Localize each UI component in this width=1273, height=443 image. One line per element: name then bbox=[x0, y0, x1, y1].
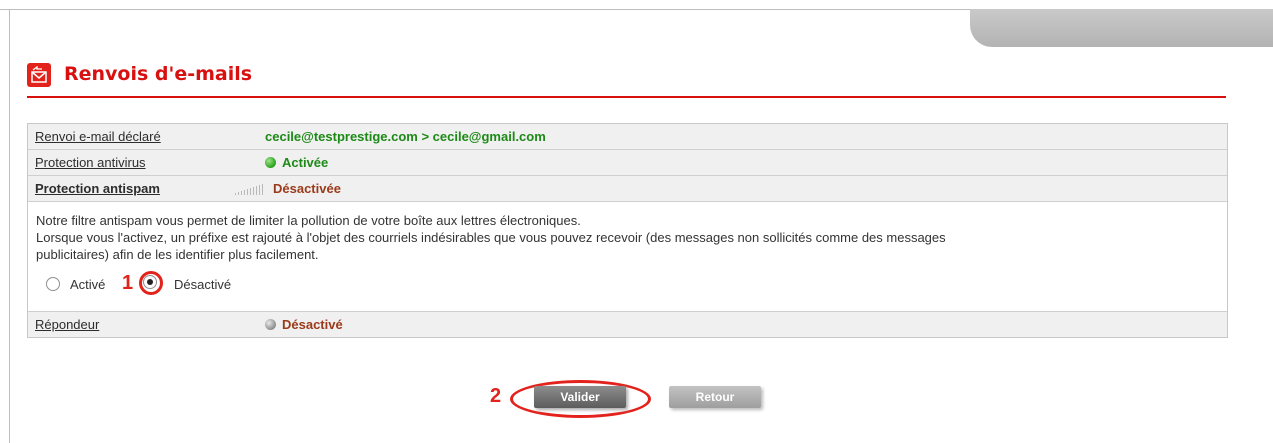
row-antispam: Protection antispam Désactivée bbox=[28, 176, 1227, 202]
description-line: Notre filtre antispam vous permet de lim… bbox=[36, 213, 581, 228]
annotation-step-1: 1 bbox=[122, 272, 134, 294]
page-header: Renvois d'e-mails bbox=[27, 62, 1226, 98]
antivirus-label-link[interactable]: Protection antivirus bbox=[28, 155, 265, 170]
radio-active-label[interactable]: Activé bbox=[70, 277, 105, 292]
antispam-panel: Notre filtre antispam vous permet de lim… bbox=[28, 202, 1227, 312]
signal-bars-icon bbox=[235, 183, 265, 195]
renvoi-value: cecile@testprestige.com > cecile@gmail.c… bbox=[265, 129, 546, 144]
antispam-radio-group: Activé 1 Désactivé bbox=[36, 263, 1219, 303]
row-repondeur: Répondeur Désactivé bbox=[28, 312, 1227, 337]
settings-table: Renvoi e-mail déclaré cecile@testprestig… bbox=[27, 123, 1228, 338]
retour-button[interactable]: Retour bbox=[669, 386, 761, 408]
antispam-value: Désactivée bbox=[273, 181, 341, 196]
repondeur-label-link[interactable]: Répondeur bbox=[28, 317, 265, 332]
grey-status-icon bbox=[265, 319, 276, 330]
valider-button[interactable]: Valider bbox=[534, 386, 626, 408]
antispam-status: Désactivée bbox=[235, 181, 1227, 196]
radio-inactive[interactable] bbox=[143, 275, 157, 289]
description-line: publicitaires) afin de les identifier pl… bbox=[36, 247, 319, 262]
row-renvoi: Renvoi e-mail déclaré cecile@testprestig… bbox=[28, 124, 1227, 150]
top-right-tab bbox=[970, 9, 1273, 47]
renvoi-label-link[interactable]: Renvoi e-mail déclaré bbox=[28, 129, 265, 144]
description-line: Lorsque vous l'activez, un préfixe est r… bbox=[36, 230, 946, 245]
antispam-label-link[interactable]: Protection antispam bbox=[28, 181, 265, 196]
antispam-description: Notre filtre antispam vous permet de lim… bbox=[36, 212, 1219, 263]
email-forward-icon bbox=[27, 63, 51, 87]
radio-active[interactable] bbox=[46, 277, 60, 291]
antivirus-value: Activée bbox=[282, 155, 329, 170]
antivirus-status: Activée bbox=[265, 155, 1227, 170]
green-status-icon bbox=[265, 157, 276, 168]
row-antivirus: Protection antivirus Activée bbox=[28, 150, 1227, 176]
annotation-step-2: 2 bbox=[490, 385, 502, 407]
frame-left-border bbox=[9, 9, 10, 443]
page-title: Renvois d'e-mails bbox=[64, 63, 253, 85]
radio-inactive-label[interactable]: Désactivé bbox=[174, 277, 231, 292]
repondeur-status: Désactivé bbox=[265, 317, 1227, 332]
repondeur-value: Désactivé bbox=[282, 317, 343, 332]
